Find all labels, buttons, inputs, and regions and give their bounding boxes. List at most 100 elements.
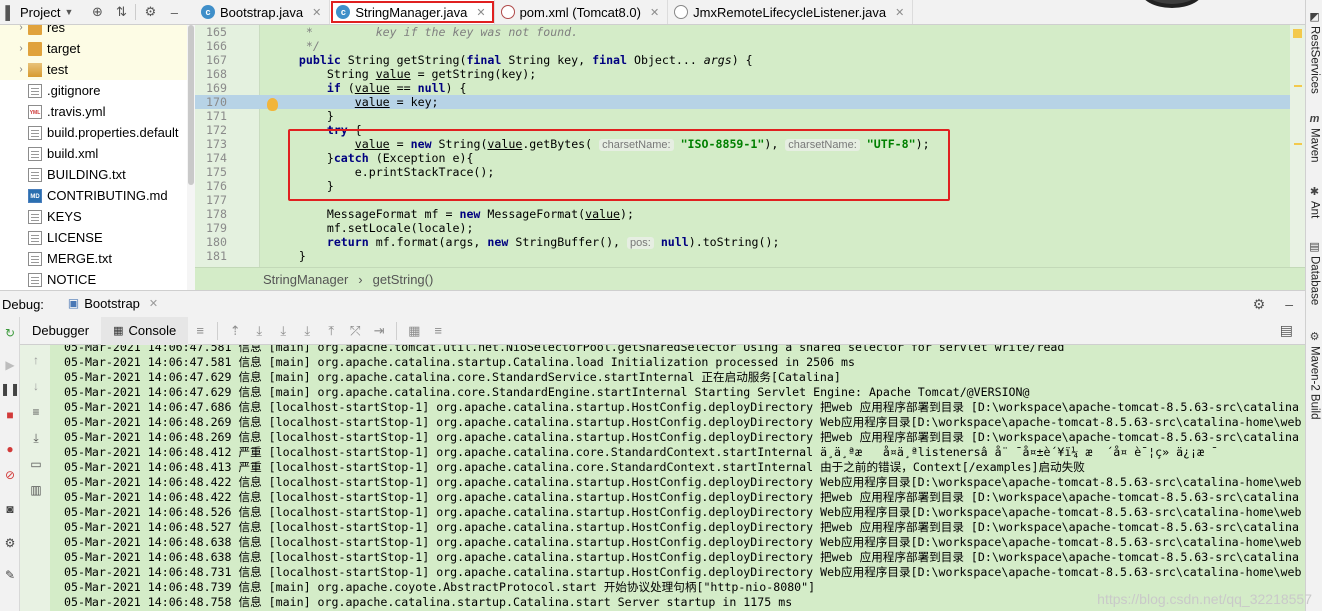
line-number[interactable]: 176	[195, 179, 227, 193]
code-line[interactable]: 169 if (value == null) {	[195, 81, 1290, 95]
close-icon[interactable]: ✕	[312, 6, 321, 19]
console-line[interactable]: 05-Mar-2021 14:06:48.412 严重 [localhost-s…	[50, 445, 1305, 460]
code-line[interactable]: 170 value = key;	[195, 95, 1290, 109]
tree-item[interactable]: build.properties.default	[0, 122, 195, 143]
error-stripe-mark[interactable]	[1294, 85, 1302, 87]
restore-layout-icon[interactable]: ≡	[189, 320, 211, 342]
tree-item[interactable]: KEYS	[0, 206, 195, 227]
locate-icon[interactable]: ⊕	[87, 2, 107, 22]
up-arrow-icon[interactable]: ↑	[28, 353, 44, 369]
tree-item[interactable]: build.xml	[0, 143, 195, 164]
pause-icon[interactable]: ❚❚	[0, 381, 20, 397]
console-line[interactable]: 05-Mar-2021 14:06:48.527 信息 [localhost-s…	[50, 520, 1305, 535]
line-number[interactable]: 165	[195, 25, 227, 39]
tree-item[interactable]: .gitignore	[0, 80, 195, 101]
code-line[interactable]: 180 return mf.format(args, new StringBuf…	[195, 235, 1290, 249]
code-text[interactable]: return mf.format(args, new StringBuffer(…	[271, 235, 779, 250]
minimize-icon[interactable]: –	[164, 2, 184, 22]
console-line[interactable]: 05-Mar-2021 14:06:48.269 信息 [localhost-s…	[50, 430, 1305, 445]
view-breakpoints-icon[interactable]: ●	[2, 441, 18, 457]
down-arrow-icon[interactable]: ↓	[28, 379, 44, 395]
code-editor[interactable]: 165 * key if the key was not found. 166 *…	[195, 25, 1305, 267]
line-number[interactable]: 180	[195, 235, 227, 249]
console-line[interactable]: 05-Mar-2021 14:06:47.581 信息 [main] org.a…	[50, 355, 1305, 370]
code-line[interactable]: 166 */	[195, 39, 1290, 53]
tree-item[interactable]: MERGE.txt	[0, 248, 195, 269]
tool-maven[interactable]: m Maven	[1306, 113, 1322, 163]
chevron-right-icon[interactable]: ›	[14, 64, 28, 75]
tree-scrollbar[interactable]	[187, 25, 195, 290]
project-view-icon[interactable]: ▌	[4, 2, 16, 22]
console-line[interactable]: 05-Mar-2021 14:06:48.731 信息 [localhost-s…	[50, 565, 1305, 580]
step-out-icon[interactable]: ⤒	[320, 320, 342, 342]
tree-item[interactable]: LICENSE	[0, 227, 195, 248]
code-text[interactable]: */	[271, 39, 320, 53]
tool-ant[interactable]: ✱ Ant	[1306, 185, 1322, 218]
tab-console[interactable]: ▦ Console	[101, 316, 189, 345]
breadcrumb-class[interactable]: StringManager	[263, 272, 348, 287]
code-line[interactable]: 179 mf.setLocale(locale);	[195, 221, 1290, 235]
tree-item[interactable]: › test	[0, 59, 195, 80]
editor-tab[interactable]: c StringManager.java ✕	[330, 0, 495, 24]
step-over-icon[interactable]: ⤓	[248, 320, 270, 342]
debug-session-tab[interactable]: ▣ Bootstrap ✕	[62, 291, 164, 318]
line-number[interactable]: 181	[195, 249, 227, 263]
tree-item[interactable]: › target	[0, 38, 195, 59]
close-icon[interactable]: ✕	[149, 297, 158, 310]
line-number[interactable]: 167	[195, 53, 227, 67]
tool-maven-2-build[interactable]: ⚙ Maven-2 Build	[1306, 330, 1322, 420]
run-to-cursor-icon[interactable]: ⇥	[368, 320, 390, 342]
close-icon[interactable]: ✕	[895, 6, 904, 19]
tree-item[interactable]: BUILDING.txt	[0, 164, 195, 185]
minimize-icon[interactable]: –	[1285, 296, 1293, 313]
line-number[interactable]: 169	[195, 81, 227, 95]
code-line[interactable]: 168 String value = getString(key);	[195, 67, 1290, 81]
code-line[interactable]: 165 * key if the key was not found.	[195, 25, 1290, 39]
resume-icon[interactable]: ▶	[2, 357, 18, 373]
tool-database[interactable]: ▤ Database	[1306, 240, 1322, 305]
tree-item[interactable]: YML .travis.yml	[0, 101, 195, 122]
console-line[interactable]: 05-Mar-2021 14:06:48.638 信息 [localhost-s…	[50, 550, 1305, 565]
chevron-right-icon[interactable]: ›	[14, 43, 28, 54]
console-line[interactable]: 05-Mar-2021 14:06:47.581 信息 [main] org.a…	[50, 345, 1305, 355]
soft-wrap-icon[interactable]: ≡	[28, 405, 44, 421]
editor-tab[interactable]: c Bootstrap.java ✕	[195, 0, 331, 24]
tool-restservices[interactable]: ◩ RestServices	[1306, 10, 1322, 94]
breadcrumb-method[interactable]: getString()	[373, 272, 434, 287]
rerun-icon[interactable]: ↻	[2, 325, 18, 341]
code-text[interactable]: if (value == null) {	[271, 81, 467, 95]
code-line[interactable]: 178 MessageFormat mf = new MessageFormat…	[195, 207, 1290, 221]
editor-tab[interactable]: JmxRemoteLifecycleListener.java ✕	[668, 0, 914, 24]
console-output[interactable]: 05-Mar-2021 14:06:47.581 信息 [main] org.a…	[50, 345, 1305, 611]
line-number[interactable]: 179	[195, 221, 227, 235]
code-line[interactable]: 181 }	[195, 249, 1290, 263]
close-icon[interactable]: ✕	[650, 6, 659, 19]
console-line[interactable]: 05-Mar-2021 14:06:48.422 信息 [localhost-s…	[50, 475, 1305, 490]
layout-settings-icon[interactable]: ▤	[1280, 322, 1293, 339]
gear-icon[interactable]: ⚙	[140, 2, 160, 22]
evaluate-expression-icon[interactable]: ▦	[403, 320, 425, 342]
console-line[interactable]: 05-Mar-2021 14:06:47.629 信息 [main] org.a…	[50, 385, 1305, 400]
close-icon[interactable]: ✕	[476, 6, 485, 19]
pin-icon[interactable]: ✎	[2, 567, 18, 583]
line-number[interactable]: 166	[195, 39, 227, 53]
code-line[interactable]: 171 }	[195, 109, 1290, 123]
code-text[interactable]: MessageFormat mf = new MessageFormat(val…	[271, 207, 634, 221]
trash-icon[interactable]: ▥	[28, 483, 44, 499]
line-number[interactable]: 178	[195, 207, 227, 221]
tree-item[interactable]: › res	[0, 25, 195, 38]
line-number[interactable]: 170	[195, 95, 227, 109]
code-text[interactable]: mf.setLocale(locale);	[271, 221, 474, 235]
lightbulb-icon[interactable]	[267, 98, 278, 111]
camera-icon[interactable]: ◙	[2, 501, 18, 517]
editor-scrollbar[interactable]	[1290, 25, 1305, 267]
tab-debugger[interactable]: Debugger	[20, 317, 101, 345]
console-line[interactable]: 05-Mar-2021 14:06:48.269 信息 [localhost-s…	[50, 415, 1305, 430]
print-icon[interactable]: ▭	[28, 457, 44, 473]
drop-frame-icon[interactable]: ⤱	[344, 320, 366, 342]
line-number[interactable]: 175	[195, 165, 227, 179]
error-stripe-mark[interactable]	[1294, 143, 1302, 145]
line-number[interactable]: 171	[195, 109, 227, 123]
code-text[interactable]: * key if the key was not found.	[271, 25, 578, 39]
console-line[interactable]: 05-Mar-2021 14:06:48.413 严重 [localhost-s…	[50, 460, 1305, 475]
